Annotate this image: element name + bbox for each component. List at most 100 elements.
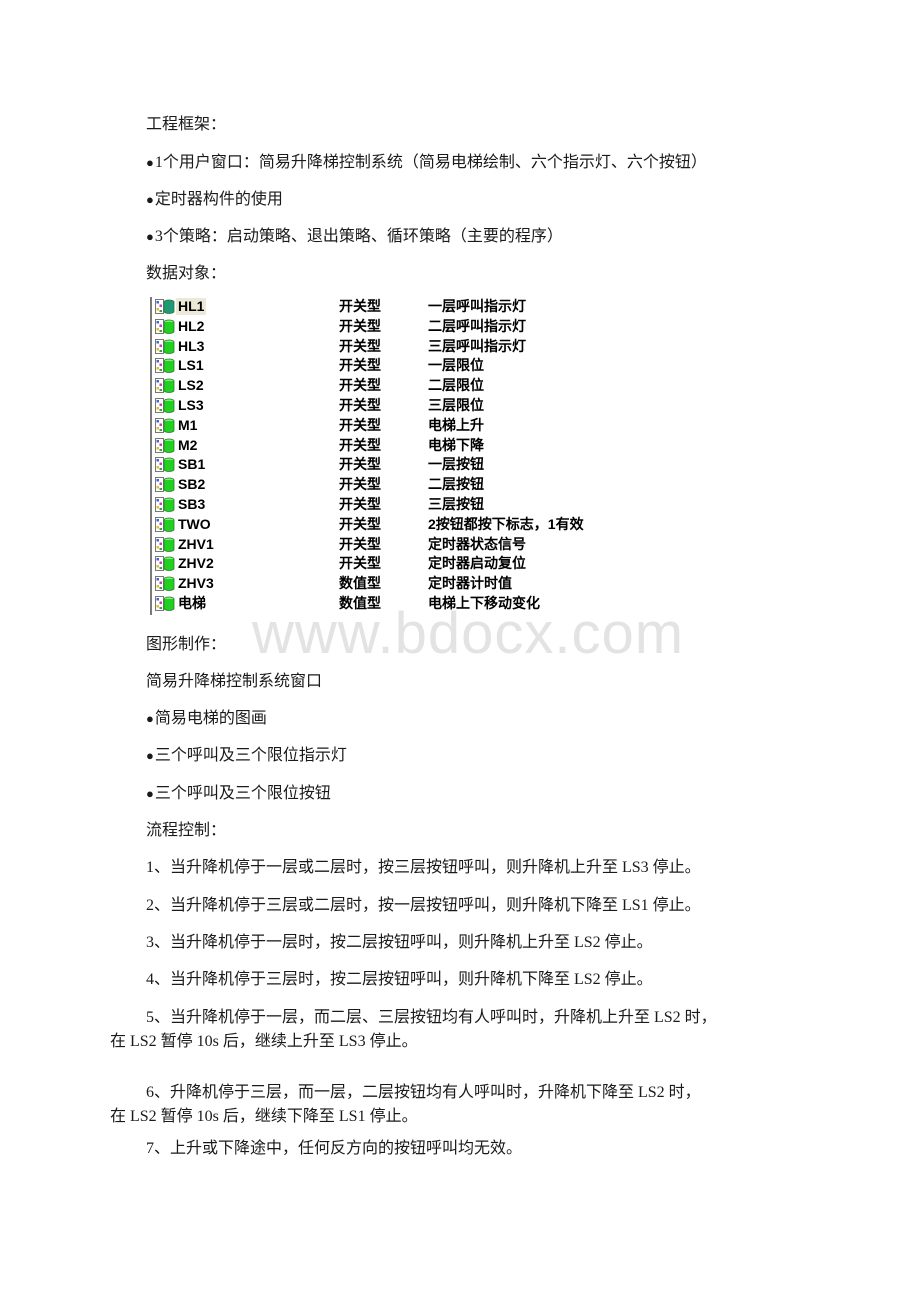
data-object-icon (155, 437, 175, 453)
data-object-type: 开关型 (339, 377, 381, 394)
data-object-row[interactable]: SB3 开关型 三层按钮 (152, 495, 652, 515)
data-object-name: LS1 (178, 357, 204, 374)
data-object-row[interactable]: SB2 开关型 二层按钮 (152, 475, 652, 495)
data-object-icon (155, 596, 175, 611)
data-object-icon (155, 516, 175, 532)
data-object-name: M2 (178, 436, 198, 453)
flow-rule: 2、当升降机停于三层或二层时，按一层按钮呼叫，则升降机下降至 LS1 停止。 (146, 897, 701, 914)
data-object-icon (155, 417, 175, 433)
data-object-icon (155, 299, 175, 314)
data-object-name: M1 (178, 416, 198, 433)
data-object-type: 开关型 (339, 298, 381, 314)
flow-rule-6-line2: 在 LS2 暂停 10s 后，继续下降至 LS1 停止。 (110, 1108, 418, 1125)
document-page: 工程框架： 1个用户窗口：简易升降梯控制系统（简易电梯绘制、六个指示灯、六个按钮… (0, 0, 920, 1302)
data-object-description: 三层呼叫指示灯 (428, 337, 526, 354)
data-object-icon (155, 536, 175, 552)
framework-bullet: 1个用户窗口：简易升降梯控制系统（简易电梯绘制、六个指示灯、六个按钮） (146, 153, 707, 173)
flow-rule-5-line1: 5、当升降机停于一层，而二层、三层按钮均有人呼叫时，升降机上升至 LS2 时， (146, 1009, 717, 1026)
data-object-name: SB2 (178, 476, 206, 493)
data-object-icon (155, 457, 175, 473)
data-object-name: SB1 (178, 456, 206, 473)
data-object-name: HL1 (176, 298, 207, 315)
graphics-bullet: 三个呼叫及三个限位指示灯 (146, 746, 347, 766)
data-object-type: 开关型 (339, 416, 381, 433)
data-object-row[interactable]: LS3 开关型 三层限位 (152, 396, 652, 416)
data-object-icon (155, 318, 175, 334)
data-object-name: 电梯 (178, 595, 206, 611)
data-object-name: ZHV1 (178, 535, 214, 552)
graphics-bullet: 简易电梯的图画 (146, 709, 267, 729)
data-object-row[interactable]: 电梯 数值型 电梯上下移动变化 (152, 594, 652, 614)
data-object-description: 电梯下降 (428, 436, 484, 453)
graphics-window-title: 简易升降梯控制系统窗口 (146, 673, 323, 690)
data-object-list: HL1 开关型 一层呼叫指示灯 HL2 开关型 二层呼叫指示灯 HL3 开关型 三层呼叫指示… (150, 297, 652, 615)
data-object-row[interactable]: LS1 开关型 一层限位 (152, 356, 652, 376)
data-object-name: LS2 (178, 377, 204, 394)
flow-rule-5-line2: 在 LS2 暂停 10s 后，继续上升至 LS3 停止。 (110, 1033, 418, 1050)
data-object-description: 定时器启动复位 (428, 555, 526, 572)
data-object-icon (155, 556, 175, 572)
data-object-type: 开关型 (339, 535, 381, 552)
graphics-heading: 图形制作： (146, 636, 227, 653)
data-object-name: SB3 (178, 496, 206, 512)
data-object-name: ZHV3 (178, 575, 214, 592)
data-object-row[interactable]: M1 开关型 电梯上升 (152, 416, 652, 436)
data-object-name: LS3 (178, 397, 204, 413)
data-object-type: 开关型 (339, 436, 381, 453)
data-object-icon (155, 378, 175, 394)
flow-rule-6: 6、升降机停于三层，而一层，二层按钮均有人呼叫时，升降机下降至 LS2 时， 在… (110, 1081, 810, 1129)
data-object-description: 电梯上升 (428, 416, 484, 433)
data-object-type: 开关型 (339, 456, 381, 473)
data-object-icon (155, 338, 175, 354)
data-object-description: 一层限位 (428, 357, 484, 374)
framework-heading: 工程框架： (146, 116, 227, 133)
data-object-icon (155, 477, 175, 493)
data-object-description: 电梯上下移动变化 (428, 595, 540, 611)
data-object-description: 三层按钮 (428, 496, 484, 512)
data-object-type: 开关型 (339, 337, 381, 354)
data-object-type: 开关型 (339, 476, 381, 493)
data-object-row[interactable]: HL3 开关型 三层呼叫指示灯 (152, 337, 652, 357)
flow-rule-7: 7、上升或下降途中，任何反方向的按钮呼叫均无效。 (110, 1137, 810, 1161)
data-object-description: 二层按钮 (428, 476, 484, 493)
data-object-description: 二层限位 (428, 377, 484, 394)
data-object-row[interactable]: ZHV1 开关型 定时器状态信号 (152, 535, 652, 555)
data-object-type: 开关型 (339, 496, 381, 512)
data-object-row[interactable]: HL1 开关型 一层呼叫指示灯 (152, 297, 652, 317)
framework-bullet: 定时器构件的使用 (146, 190, 283, 210)
data-object-type: 开关型 (339, 397, 381, 413)
flow-rule-7-line1: 7、上升或下降途中，任何反方向的按钮呼叫均无效。 (146, 1140, 523, 1157)
data-object-type: 开关型 (339, 555, 381, 572)
data-object-row[interactable]: ZHV2 开关型 定时器启动复位 (152, 554, 652, 574)
data-object-description: 二层呼叫指示灯 (428, 317, 526, 334)
data-object-type: 开关型 (339, 357, 381, 374)
graphics-bullet: 三个呼叫及三个限位按钮 (146, 784, 331, 804)
data-object-icon (155, 497, 175, 512)
data-object-name: HL2 (178, 317, 205, 334)
data-object-row[interactable]: M2 开关型 电梯下降 (152, 436, 652, 456)
flow-rule: 3、当升降机停于一层时，按二层按钮呼叫，则升降机上升至 LS2 停止。 (146, 934, 653, 951)
data-object-description: 一层呼叫指示灯 (428, 298, 526, 314)
flow-rule: 4、当升降机停于三层时，按二层按钮呼叫，则升降机下降至 LS2 停止。 (146, 971, 653, 988)
data-object-icon (155, 358, 175, 374)
data-object-description: 定时器状态信号 (428, 535, 526, 552)
data-object-row[interactable]: LS2 开关型 二层限位 (152, 376, 652, 396)
data-object-icon (155, 576, 175, 592)
framework-bullet: 3个策略：启动策略、退出策略、循环策略（主要的程序） (146, 227, 563, 247)
data-object-name: TWO (178, 515, 211, 532)
data-object-name: ZHV2 (178, 555, 214, 572)
data-object-row[interactable]: HL2 开关型 二层呼叫指示灯 (152, 317, 652, 337)
data-object-row[interactable]: SB1 开关型 一层按钮 (152, 455, 652, 475)
data-object-icon (155, 398, 175, 413)
data-object-description: 一层按钮 (428, 456, 484, 473)
data-objects-heading: 数据对象： (146, 265, 227, 282)
data-object-type: 数值型 (339, 595, 381, 611)
data-object-row[interactable]: ZHV3 数值型 定时器计时值 (152, 574, 652, 594)
data-object-description: 2按钮都按下标志，1有效 (428, 515, 584, 532)
data-object-type: 开关型 (339, 515, 381, 532)
flow-rule-6-line1: 6、升降机停于三层，而一层，二层按钮均有人呼叫时，升降机下降至 LS2 时， (146, 1084, 701, 1101)
data-object-row[interactable]: TWO 开关型 2按钮都按下标志，1有效 (152, 515, 652, 535)
data-object-description: 三层限位 (428, 397, 484, 413)
flow-heading: 流程控制： (146, 822, 227, 839)
data-object-type: 数值型 (339, 575, 381, 592)
